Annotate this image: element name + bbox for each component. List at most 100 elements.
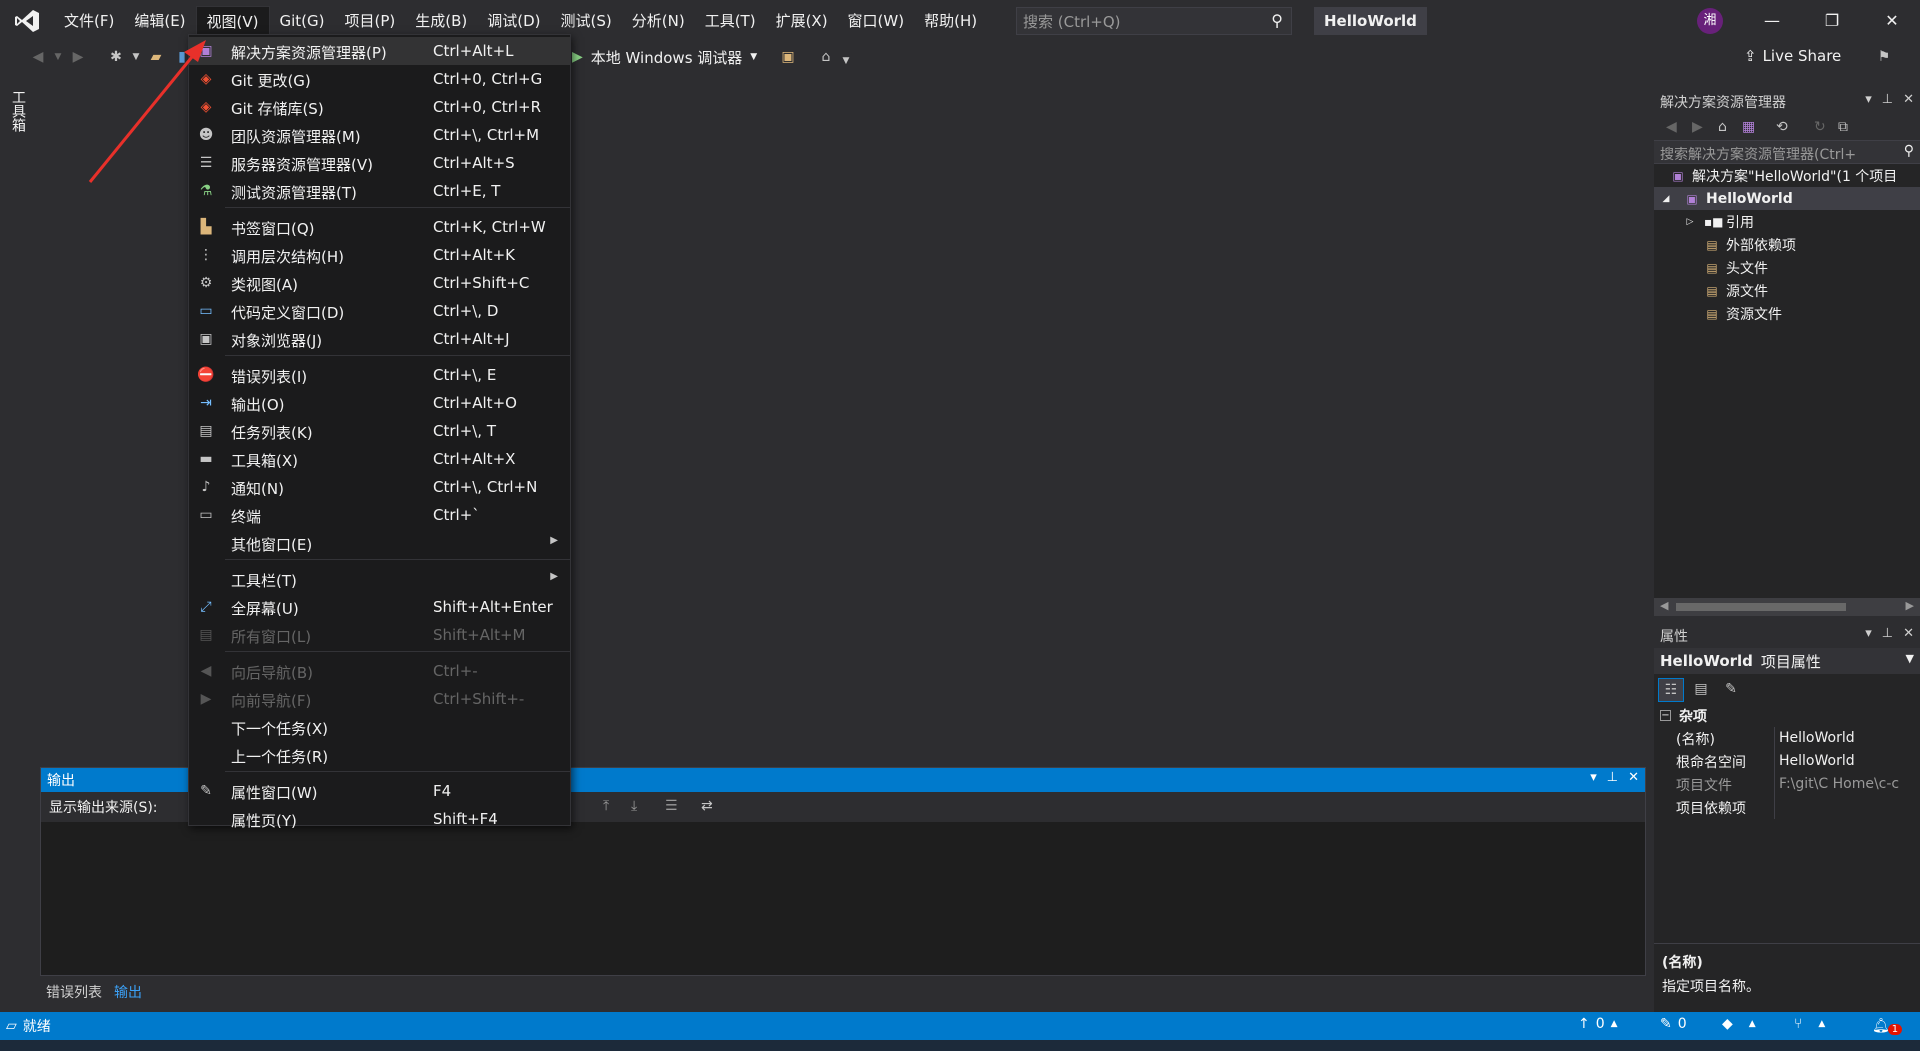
tree-node-resource-files[interactable]: ▤ 资源文件 bbox=[1654, 302, 1920, 325]
search-input[interactable]: 搜索 (Ctrl+Q) ⚲ bbox=[1016, 7, 1292, 35]
view-menu-item[interactable]: ⚗ 测试资源管理器(T) Ctrl+E, T bbox=[189, 177, 570, 205]
restore-icon[interactable]: ❐ bbox=[1802, 0, 1862, 42]
goto-prev-icon[interactable]: ⤒ bbox=[603, 798, 609, 814]
tree-node-source-files[interactable]: ▤ 源文件 bbox=[1654, 279, 1920, 302]
menu-git[interactable]: Git(G) bbox=[270, 6, 335, 36]
home-icon[interactable]: ⌂ bbox=[1718, 119, 1727, 135]
chevron-down-icon[interactable]: ▾ bbox=[1865, 626, 1872, 641]
tree-node-external-deps[interactable]: ▤ 外部依赖项 bbox=[1654, 233, 1920, 256]
menu-view[interactable]: 视图(V) bbox=[195, 6, 270, 36]
menu-test[interactable]: 测试(S) bbox=[551, 6, 622, 36]
view-menu-item[interactable]: ▬ 工具箱(X) Ctrl+Alt+X bbox=[189, 445, 570, 473]
property-value[interactable]: F:\git\C Home\c-c bbox=[1774, 773, 1920, 796]
back-icon[interactable]: ◀ bbox=[1666, 119, 1677, 135]
menu-help[interactable]: 帮助(H) bbox=[914, 6, 987, 36]
pending-changes-icon[interactable]: ⟲ bbox=[1776, 119, 1788, 135]
switch-views-icon[interactable]: ▦ bbox=[1742, 119, 1755, 135]
view-menu-item[interactable]: ▙ 书签窗口(Q) Ctrl+K, Ctrl+W bbox=[189, 213, 570, 241]
view-menu-item[interactable]: ▭ 代码定义窗口(D) Ctrl+\, D bbox=[189, 297, 570, 325]
menu-window[interactable]: 窗口(W) bbox=[838, 6, 915, 36]
menu-project[interactable]: 项目(P) bbox=[335, 6, 406, 36]
close-icon[interactable]: ✕ bbox=[1903, 92, 1914, 107]
menu-file[interactable]: 文件(F) bbox=[54, 6, 124, 36]
view-menu-item[interactable]: 工具栏(T) ▶ bbox=[189, 565, 570, 593]
view-menu-item[interactable]: ☻ 团队资源管理器(M) Ctrl+\, Ctrl+M bbox=[189, 121, 570, 149]
menu-edit[interactable]: 编辑(E) bbox=[124, 6, 195, 36]
tab-error-list[interactable]: 错误列表 bbox=[40, 980, 108, 1004]
tree-node-header-files[interactable]: ▤ 头文件 bbox=[1654, 256, 1920, 279]
goto-next-icon[interactable]: ⤓ bbox=[631, 798, 637, 814]
menu-tools[interactable]: 工具(T) bbox=[695, 6, 766, 36]
pending-changes-status[interactable]: ✎ 0 bbox=[1660, 1016, 1687, 1032]
property-row[interactable]: 根命名空间 HelloWorld bbox=[1654, 750, 1920, 773]
menu-debug[interactable]: 调试(D) bbox=[477, 6, 550, 36]
refresh-icon[interactable]: ↻ bbox=[1814, 119, 1826, 135]
git-repository-status[interactable]: ◆ ▲ bbox=[1722, 1016, 1756, 1032]
menu-analyze[interactable]: 分析(N) bbox=[622, 6, 695, 36]
chevron-down-icon[interactable]: ▼ bbox=[48, 48, 68, 66]
scrollbar-thumb[interactable] bbox=[1676, 603, 1846, 611]
view-menu-item[interactable]: ◈ Git 更改(G) Ctrl+0, Ctrl+G bbox=[189, 65, 570, 93]
wrench-icon[interactable]: ✎ bbox=[1718, 678, 1744, 702]
toolbox-tab[interactable]: 工具箱 bbox=[0, 86, 32, 146]
clear-all-icon[interactable]: ☰ bbox=[665, 798, 678, 814]
close-icon[interactable]: ✕ bbox=[1903, 626, 1914, 641]
horizontal-scrollbar[interactable]: ◀ ▶ bbox=[1654, 598, 1920, 616]
view-menu-item[interactable]: ⇥ 输出(O) Ctrl+Alt+O bbox=[189, 389, 570, 417]
forward-icon[interactable]: ▶ bbox=[68, 48, 88, 66]
open-folder-icon[interactable]: ▰ bbox=[146, 48, 166, 66]
menu-extensions[interactable]: 扩展(X) bbox=[766, 6, 838, 36]
view-menu-item[interactable]: ☰ 服务器资源管理器(V) Ctrl+Alt+S bbox=[189, 149, 570, 177]
word-wrap-icon[interactable]: ⇄ bbox=[701, 798, 713, 814]
expand-arrow-icon[interactable]: ◢ bbox=[1658, 192, 1674, 206]
new-project-icon[interactable]: ✱ bbox=[106, 48, 126, 66]
pin-icon[interactable]: ⊥ bbox=[1882, 92, 1893, 107]
browser-link-icon[interactable]: ⌂ bbox=[816, 48, 836, 66]
minimize-icon[interactable]: — bbox=[1742, 0, 1802, 42]
live-share-button[interactable]: ⇪ Live Share bbox=[1744, 47, 1841, 65]
view-menu-item[interactable]: ⋮ 调用层次结构(H) Ctrl+Alt+K bbox=[189, 241, 570, 269]
start-debugging-button[interactable]: ▶ 本地 Windows 调试器 ▼ bbox=[572, 46, 757, 68]
property-row[interactable]: 项目依赖项 bbox=[1654, 796, 1920, 819]
git-branch-status[interactable]: ⑂ ▲ bbox=[1794, 1016, 1825, 1032]
menu-build[interactable]: 生成(B) bbox=[405, 6, 477, 36]
property-row[interactable]: 项目文件 F:\git\C Home\c-c bbox=[1654, 773, 1920, 796]
chevron-down-icon[interactable]: ▾ bbox=[1590, 770, 1597, 785]
categorized-icon[interactable]: ☷ bbox=[1658, 678, 1684, 702]
notifications-button[interactable]: 🔔︎ 1 bbox=[1872, 1016, 1903, 1035]
view-menu-item[interactable]: ⚙ 类视图(A) Ctrl+Shift+C bbox=[189, 269, 570, 297]
view-menu-item[interactable]: 其他窗口(E) ▶ bbox=[189, 529, 570, 557]
solution-explorer-header[interactable]: 解决方案资源管理器 ▾ ⊥ ✕ bbox=[1654, 90, 1920, 114]
property-value[interactable]: HelloWorld bbox=[1774, 727, 1920, 750]
view-menu-item[interactable]: ⤢ 全屏幕(U) Shift+Alt+Enter bbox=[189, 593, 570, 621]
view-menu-item[interactable]: ♪ 通知(N) Ctrl+\, Ctrl+N bbox=[189, 473, 570, 501]
tree-project-row[interactable]: ◢ ▣ HelloWorld bbox=[1654, 187, 1920, 210]
scroll-left-icon[interactable]: ◀ bbox=[1660, 599, 1668, 612]
forward-icon[interactable]: ▶ bbox=[1692, 119, 1703, 135]
feedback-icon[interactable]: ⚑ bbox=[1874, 48, 1894, 66]
publish-status[interactable]: ↑ 0 ▲ bbox=[1578, 1016, 1618, 1032]
back-icon[interactable]: ◀ bbox=[28, 48, 48, 66]
close-icon[interactable]: ✕ bbox=[1862, 0, 1920, 42]
tree-solution-row[interactable]: ▣ 解决方案"HelloWorld"(1 个项目 bbox=[1654, 164, 1920, 187]
collapse-arrow-icon[interactable]: ▷ bbox=[1682, 215, 1698, 229]
pin-icon[interactable]: ⊥ bbox=[1607, 770, 1618, 785]
tab-output[interactable]: 输出 bbox=[108, 980, 148, 1004]
view-menu-item[interactable]: ◈ Git 存储库(S) Ctrl+0, Ctrl+R bbox=[189, 93, 570, 121]
avatar[interactable]: 湘 bbox=[1697, 8, 1723, 34]
collapse-category-icon[interactable]: − bbox=[1660, 710, 1671, 721]
view-menu-item[interactable]: 下一个任务(X) bbox=[189, 713, 570, 741]
chevron-down-icon[interactable]: ▾ bbox=[1865, 92, 1872, 107]
tree-node-references[interactable]: ▷ ▪■ 引用 bbox=[1654, 210, 1920, 233]
view-menu-item[interactable]: ▣ 对象浏览器(J) Ctrl+Alt+J bbox=[189, 325, 570, 353]
property-value[interactable]: HelloWorld bbox=[1774, 750, 1920, 773]
properties-object-selector[interactable]: HelloWorld 项目属性 ▼ bbox=[1654, 648, 1920, 674]
scroll-right-icon[interactable]: ▶ bbox=[1906, 599, 1914, 612]
view-menu-item[interactable]: ✎ 属性窗口(W) F4 bbox=[189, 777, 570, 805]
view-menu-item[interactable]: ▣ 解决方案资源管理器(P) Ctrl+Alt+L bbox=[189, 37, 570, 65]
pin-icon[interactable]: ⊥ bbox=[1882, 626, 1893, 641]
property-row[interactable]: (名称) HelloWorld bbox=[1654, 727, 1920, 750]
property-value[interactable] bbox=[1774, 796, 1920, 819]
chevron-down-icon[interactable]: ▼ bbox=[126, 48, 146, 66]
properties-header[interactable]: 属性 ▾ ⊥ ✕ bbox=[1654, 624, 1920, 648]
